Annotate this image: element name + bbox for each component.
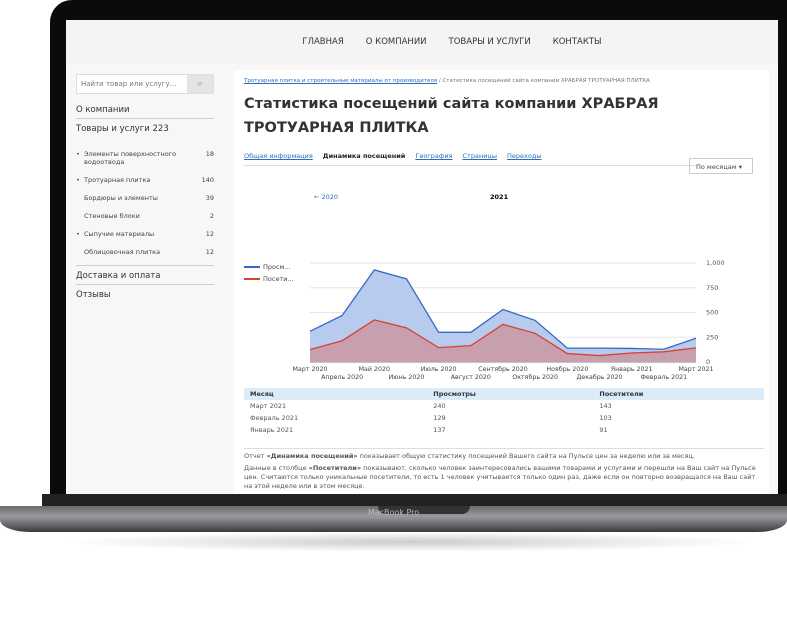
table-cell: 103 — [599, 414, 612, 422]
table-cell: Март 2021 — [250, 402, 287, 410]
main-content: Тротуарная плитка и строительные материа… — [234, 70, 769, 494]
top-nav: ГЛАВНАЯ О КОМПАНИИ ТОВАРЫ И УСЛУГИ КОНТА… — [66, 20, 778, 64]
sidebar-reviews[interactable]: Отзывы — [76, 285, 214, 303]
subitem-label: Стеновые блоки — [84, 212, 140, 220]
subitem-label: Облицовочная плитка — [84, 248, 161, 256]
nav-goods[interactable]: ТОВАРЫ И УСЛУГИ — [449, 37, 531, 47]
y-tick-label: 0 — [706, 358, 710, 366]
laptop-screen: ГЛАВНАЯ О КОМПАНИИ ТОВАРЫ И УСЛУГИ КОНТА… — [66, 20, 778, 494]
subitem-count: 12 — [205, 248, 214, 256]
visits-chart: 0 250 500 750 1,000 Просм... Посети... Март 202… — [244, 259, 725, 381]
x-tick-label: Февраль 2021 — [641, 374, 688, 381]
legend-label: Посети... — [263, 275, 294, 283]
col-views: Просмотры — [427, 388, 594, 400]
sidebar-delivery[interactable]: Доставка и оплата — [76, 265, 214, 285]
table-cell: 137 — [433, 426, 446, 434]
prev-year-link[interactable]: ← 2020 — [314, 193, 338, 201]
x-tick-label: Сентябрь 2020 — [478, 365, 527, 373]
current-year: 2021 — [490, 193, 509, 201]
search-box: ⌕ — [76, 74, 214, 94]
x-tick-label: Декабрь 2020 — [576, 373, 622, 381]
x-tick-label: Август 2020 — [451, 374, 491, 381]
y-tick-label: 250 — [706, 333, 718, 341]
sidebar-subitem[interactable]: Стеновые блоки 2 — [76, 207, 214, 225]
laptop-chin — [42, 494, 787, 506]
nav-about[interactable]: О КОМПАНИИ — [366, 37, 427, 47]
sidebar-about[interactable]: О компании — [76, 100, 214, 119]
x-tick-label: Май 2020 — [359, 365, 390, 373]
table-row: Февраль 2021 129 103 — [244, 412, 764, 424]
subitem-label: Элементы поверхностного водоотвода — [84, 150, 177, 166]
table-cell: Январь 2021 — [250, 426, 294, 434]
sidebar-subitem[interactable]: Бордюры и элементы 39 — [76, 189, 214, 207]
table-cell: 143 — [599, 402, 612, 410]
y-tick-label: 1,000 — [706, 259, 725, 267]
sidebar-subitem[interactable]: Элементы поверхностного водоотвода 18 — [76, 145, 214, 171]
x-tick-label: Июнь 2020 — [389, 374, 425, 381]
table-row: Март 2021 240 143 — [244, 400, 764, 412]
col-month: Месяц — [244, 388, 428, 400]
subitem-count: 12 — [205, 230, 214, 238]
legend-label: Просм... — [263, 263, 291, 271]
table-cell: 240 — [433, 402, 446, 410]
series-area — [310, 319, 696, 362]
note-visitors: Данные в столбце «Посетители» показывают… — [244, 464, 756, 490]
table-cell: Февраль 2021 — [250, 414, 299, 422]
x-tick-label: Январь 2021 — [611, 366, 653, 373]
page-title: Статистика посещений сайта компании ХРАБ… — [244, 96, 659, 136]
breadcrumb: Тротуарная плитка и строительные материа… — [244, 78, 759, 84]
nav-contacts[interactable]: КОНТАКТЫ — [553, 37, 602, 47]
search-input[interactable] — [77, 75, 187, 93]
col-visitors: Посетители — [593, 388, 764, 400]
x-tick-label: Март 2021 — [679, 366, 714, 373]
x-tick-label: Апрель 2020 — [321, 374, 363, 381]
note-dynamics: Отчет «Динамика посещений» показывает об… — [244, 448, 764, 461]
sidebar-subitem[interactable]: Облицовочная плитка 12 — [76, 243, 214, 261]
table-cell: 91 — [599, 426, 608, 434]
laptop-shadow — [60, 532, 760, 552]
subitem-label: Тротуарная плитка — [84, 176, 151, 184]
breadcrumb-separator: / — [438, 78, 441, 84]
nav-home[interactable]: ГЛАВНАЯ — [302, 37, 343, 47]
subitem-count: 39 — [205, 194, 214, 202]
tab-general[interactable]: Общая информация — [244, 152, 313, 160]
sidebar-subitem[interactable]: Сыпучие материалы 12 — [76, 225, 214, 243]
sidebar-goods[interactable]: Товары и услуги 223 — [76, 119, 214, 137]
x-tick-label: Июль 2020 — [421, 366, 457, 373]
tab-pages[interactable]: Страницы — [463, 152, 497, 160]
y-tick-label: 500 — [706, 309, 718, 317]
subitem-label: Бордюры и элементы — [84, 194, 158, 202]
period-select[interactable]: По месяцам ▾ — [689, 158, 753, 174]
breadcrumb-current: Статистика посещений сайта компании ХРАБ… — [442, 78, 650, 84]
stats-table: Месяц Просмотры Посетители Март 2021 240 143… — [244, 388, 764, 436]
table-row: Январь 2021 137 91 — [244, 424, 764, 436]
search-icon[interactable]: ⌕ — [187, 75, 213, 93]
subitem-label: Сыпучие материалы — [84, 230, 155, 238]
x-tick-label: Март 2020 — [293, 366, 328, 373]
y-tick-label: 750 — [706, 284, 718, 292]
device-label: MacBook Pro — [367, 508, 420, 517]
tabs: Общая информация Динамика посещений Геог… — [244, 152, 699, 166]
sidebar-subitem[interactable]: Тротуарная плитка 140 — [76, 171, 214, 189]
table-cell: 129 — [433, 414, 446, 422]
subitem-count: 18 — [205, 150, 214, 158]
tab-dynamics[interactable]: Динамика посещений — [323, 152, 406, 160]
subitem-count: 140 — [201, 176, 214, 184]
sidebar: ⌕ О компании Товары и услуги 223 Элемент… — [76, 74, 214, 303]
subitem-count: 2 — [209, 212, 214, 220]
breadcrumb-link[interactable]: Тротуарная плитка и строительные материа… — [244, 78, 437, 84]
x-tick-label: Ноябрь 2020 — [546, 365, 588, 373]
x-tick-label: Октябрь 2020 — [512, 373, 558, 381]
tab-geography[interactable]: География — [415, 152, 452, 160]
tab-referrals[interactable]: Переходы — [507, 152, 541, 160]
